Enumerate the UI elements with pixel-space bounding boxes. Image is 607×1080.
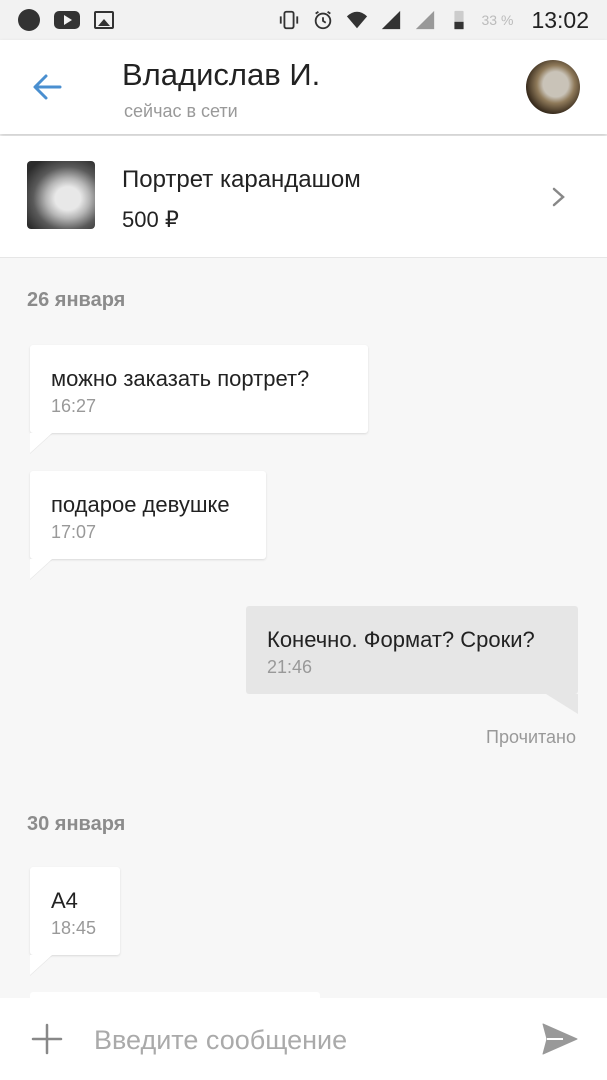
gallery-icon	[94, 11, 114, 29]
message-text: А4	[51, 888, 78, 913]
read-status: Прочитано	[486, 727, 576, 747]
message-text: Конечно. Формат? Сроки?	[267, 627, 535, 652]
date-separator: 30 января	[27, 813, 126, 835]
notification-dot-icon	[18, 9, 40, 31]
message-input[interactable]	[94, 1018, 514, 1062]
date-separator: 26 января	[27, 289, 126, 311]
product-thumbnail	[27, 161, 95, 229]
signal-2-icon	[415, 10, 434, 30]
wifi-icon	[346, 11, 367, 29]
message-time: 21:46	[267, 657, 313, 677]
message-bubble-incoming[interactable]: подарое девушке 17:07	[30, 471, 266, 559]
plus-icon[interactable]	[31, 1023, 63, 1055]
back-arrow-icon[interactable]	[30, 70, 64, 104]
contact-name[interactable]: Владислав И.	[122, 57, 320, 93]
chevron-right-icon	[552, 187, 565, 207]
message-text: подарое девушке	[51, 492, 230, 517]
message-time: 16:27	[51, 396, 97, 416]
message-time: 17:07	[51, 522, 97, 542]
clock: 13:02	[531, 6, 589, 33]
message-bubble-outgoing[interactable]: Конечно. Формат? Сроки? 21:46	[246, 606, 578, 714]
status-bar: 33 % 13:02	[0, 0, 607, 40]
product-price: 500 ₽	[122, 207, 179, 232]
message-time: 18:45	[51, 918, 97, 938]
message-bubble-incoming[interactable]: можно заказать портрет? 16:27	[30, 345, 368, 433]
battery-icon	[453, 10, 464, 30]
send-icon[interactable]	[541, 1022, 579, 1056]
contact-status: сейчас в сети	[124, 101, 238, 121]
alarm-icon	[314, 10, 331, 30]
message-text: можно заказать портрет?	[51, 366, 310, 391]
youtube-icon	[54, 11, 80, 29]
vibrate-icon	[279, 10, 298, 30]
avatar[interactable]	[526, 60, 580, 114]
product-card[interactable]: Портрет карандашом 500 ₽	[0, 136, 607, 258]
product-title: Портрет карандашом	[122, 166, 361, 193]
battery-percent: 33 %	[481, 12, 514, 28]
message-compose-bar	[0, 998, 607, 1080]
message-bubble-incoming[interactable]: А4 18:45	[30, 867, 120, 955]
signal-icon	[381, 10, 400, 30]
chat-header: Владислав И. сейчас в сети	[0, 40, 607, 134]
